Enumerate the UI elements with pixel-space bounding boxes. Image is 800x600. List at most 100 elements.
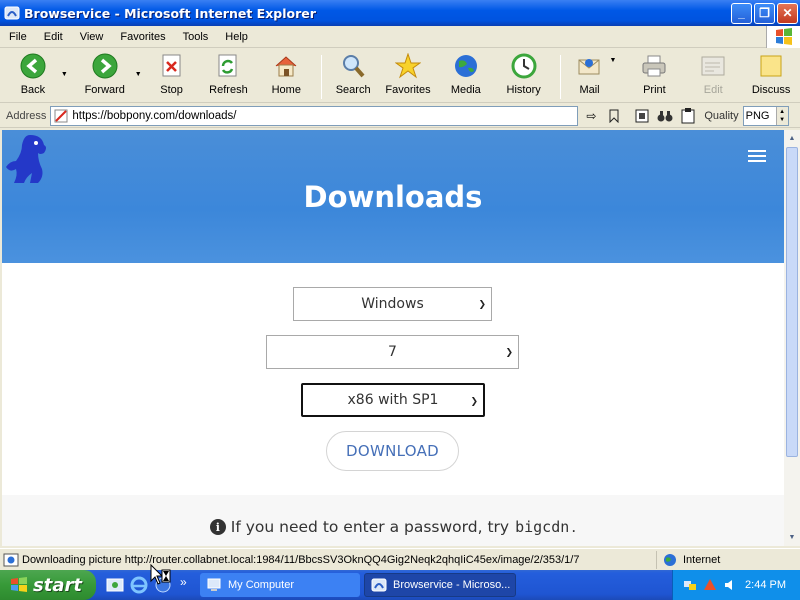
- browservice-task-icon: [371, 578, 387, 592]
- page-loading-icon: [3, 553, 19, 566]
- internet-explorer-icon[interactable]: [130, 576, 148, 594]
- os-select-value: Windows: [361, 296, 424, 312]
- info-icon: i: [209, 519, 226, 535]
- refresh-button[interactable]: Refresh: [200, 53, 258, 101]
- scroll-thumb[interactable]: [786, 147, 798, 457]
- browservice-app-icon: [4, 6, 20, 20]
- menu-help[interactable]: Help: [216, 31, 256, 43]
- password-note: i If you need to enter a password, try b…: [2, 518, 784, 536]
- search-label: Search: [335, 84, 371, 96]
- star-icon: [394, 53, 421, 79]
- menu-file[interactable]: File: [0, 31, 35, 43]
- toolbar-separator: [321, 55, 323, 99]
- find-binoculars-icon[interactable]: [655, 106, 675, 126]
- security-alert-icon[interactable]: [703, 578, 717, 592]
- menu-tools[interactable]: Tools: [174, 31, 217, 43]
- window-title: Browservice - Microsoft Internet Explore…: [24, 5, 316, 21]
- history-button[interactable]: History: [494, 53, 554, 101]
- forward-dropdown-icon[interactable]: ▼: [135, 71, 142, 78]
- forward-arrow-icon: [92, 53, 118, 79]
- favorites-label: Favorites: [385, 84, 431, 96]
- edit-label: Edit: [703, 84, 723, 96]
- discuss-button[interactable]: Discuss: [742, 53, 800, 101]
- mail-button[interactable]: Mail ▼: [567, 53, 616, 101]
- clipboard-icon[interactable]: [632, 106, 652, 126]
- quality-spinner[interactable]: ▲ ▼: [775, 106, 788, 125]
- menu-view[interactable]: View: [71, 31, 112, 43]
- minimize-icon: _: [738, 6, 745, 20]
- volume-icon[interactable]: [723, 578, 737, 592]
- edit-button: Edit: [684, 53, 742, 101]
- start-button[interactable]: start: [0, 570, 96, 600]
- password-code: bigcdn: [515, 518, 570, 536]
- mail-label: Mail: [579, 84, 600, 96]
- scroll-up-icon[interactable]: ▲: [784, 130, 800, 147]
- address-label: Address: [6, 109, 47, 122]
- scroll-down-icon[interactable]: ▼: [784, 529, 800, 546]
- version-select[interactable]: 7 ❯: [266, 335, 519, 369]
- print-button[interactable]: Print: [624, 53, 684, 101]
- show-desktop-icon[interactable]: [106, 576, 124, 594]
- favorites-button[interactable]: Favorites: [378, 53, 438, 101]
- minimize-button[interactable]: _: [731, 2, 752, 24]
- printer-icon: [641, 53, 667, 79]
- forward-button[interactable]: Forward ▼: [74, 53, 142, 101]
- back-dropdown-icon[interactable]: ▼: [61, 71, 68, 78]
- page-content: Downloads Windows ❯ 7 ❯ x86 with SP1 ❯ D…: [2, 130, 784, 546]
- go-arrow-icon[interactable]: ⇨: [581, 106, 601, 126]
- search-icon: [340, 53, 366, 79]
- forward-label: Forward: [84, 84, 125, 96]
- stop-label: Stop: [160, 84, 183, 96]
- spin-down-icon: ▼: [779, 116, 786, 123]
- bookmark-icon[interactable]: [604, 106, 624, 126]
- maximize-icon: ❐: [759, 6, 770, 20]
- media-globe-icon: [453, 53, 479, 79]
- quick-launch-more[interactable]: »: [180, 575, 187, 589]
- architecture-select[interactable]: x86 with SP1 ❯: [301, 383, 485, 417]
- maximize-button[interactable]: ❐: [754, 2, 775, 24]
- note-suffix: .: [571, 518, 577, 536]
- internet-globe-icon: [664, 553, 676, 566]
- status-bar: Downloading picture http://router.collab…: [0, 548, 800, 570]
- network-icon[interactable]: [683, 578, 697, 592]
- windows-flag-icon: [11, 577, 27, 592]
- toolbar: Back ▼ Forward ▼ Stop Refresh Home Searc…: [0, 49, 800, 103]
- menu-bar: File Edit View Favorites Tools Help: [0, 26, 800, 48]
- toolbar-separator: [559, 55, 561, 99]
- back-button[interactable]: Back ▼: [4, 53, 68, 101]
- close-button[interactable]: ✕: [777, 2, 798, 24]
- busy-cursor-icon: [150, 564, 171, 585]
- print-label: Print: [643, 84, 666, 96]
- stop-icon: [159, 53, 185, 79]
- start-label: start: [33, 574, 82, 596]
- menu-edit[interactable]: Edit: [35, 31, 71, 43]
- media-label: Media: [450, 84, 481, 96]
- title-bar[interactable]: Browservice - Microsoft Internet Explore…: [0, 0, 800, 26]
- download-button[interactable]: DOWNLOAD: [326, 431, 459, 471]
- task-browservice[interactable]: Browservice - Microso...: [364, 573, 516, 597]
- zone-label: Internet: [683, 553, 721, 566]
- menu-favorites[interactable]: Favorites: [111, 31, 173, 43]
- mail-dropdown-icon[interactable]: ▼: [610, 57, 617, 64]
- quality-select[interactable]: PNG ▲ ▼: [742, 105, 789, 126]
- bobpony-logo[interactable]: [4, 133, 48, 183]
- note-text: If you need to enter a password, try: [230, 518, 510, 536]
- page-error-icon: [54, 109, 68, 122]
- search-button[interactable]: Search: [328, 53, 378, 101]
- my-computer-icon: [207, 578, 221, 591]
- address-url: https://bobpony.com/downloads/: [72, 109, 237, 122]
- status-text: Downloading picture http://router.collab…: [22, 553, 580, 566]
- paste-icon[interactable]: [678, 106, 698, 126]
- windows-logo-icon: [766, 26, 800, 48]
- stop-button[interactable]: Stop: [144, 53, 200, 101]
- media-button[interactable]: Media: [438, 53, 494, 101]
- menu-hamburger-icon[interactable]: [748, 150, 766, 162]
- address-input[interactable]: https://bobpony.com/downloads/: [50, 105, 579, 126]
- home-button[interactable]: Home: [257, 53, 315, 101]
- mail-icon: [577, 53, 603, 79]
- quality-value: PNG: [745, 109, 770, 122]
- task-my-computer[interactable]: My Computer: [200, 573, 360, 597]
- os-select[interactable]: Windows ❯: [293, 287, 492, 321]
- vertical-scrollbar[interactable]: ▲ ▼: [784, 130, 800, 546]
- task-label: Browservice - Microso...: [393, 579, 511, 591]
